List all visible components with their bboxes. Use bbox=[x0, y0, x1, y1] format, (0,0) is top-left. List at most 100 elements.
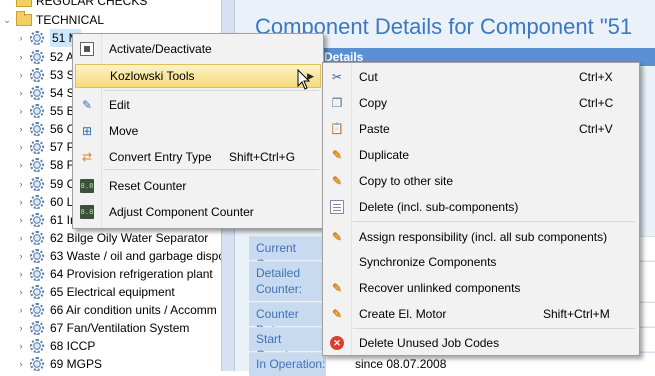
tree-item-label: 54 S bbox=[50, 86, 75, 100]
submenu-item-synchronize-components[interactable]: Synchronize Components bbox=[325, 250, 637, 274]
expand-arrow-icon[interactable]: › bbox=[16, 138, 26, 156]
expand-arrow-icon[interactable]: › bbox=[16, 211, 26, 229]
gear-icon bbox=[30, 50, 44, 64]
counter-icon: 8.8 bbox=[80, 205, 94, 219]
tree-item[interactable]: › 66 Air condition units / Accomm bbox=[0, 301, 221, 319]
submenu-item-label: Delete Unused Job Codes bbox=[359, 336, 500, 350]
submenu-item-assign-responsibility-incl-all-sub-components[interactable]: ✎ Assign responsibility (incl. all sub co… bbox=[325, 225, 637, 249]
menu-item-convert-entry-type[interactable]: ⇄ Convert Entry Type Shift+Ctrl+G bbox=[75, 145, 321, 169]
tree-item-label: 65 Electrical equipment bbox=[50, 285, 175, 299]
tree-item-label: 53 S bbox=[50, 68, 75, 82]
menu-item-kozlowski-tools[interactable]: Kozlowski Tools ▶ bbox=[75, 64, 321, 88]
gear-icon bbox=[30, 231, 44, 245]
expand-arrow-icon[interactable]: › bbox=[16, 29, 26, 47]
detail-field-label: Current Coun bbox=[249, 237, 326, 271]
menu-separator bbox=[353, 328, 635, 329]
folder-icon bbox=[16, 0, 32, 7]
submenu-item-label: Delete (incl. sub-components) bbox=[359, 200, 519, 214]
expand-arrow-icon[interactable]: › bbox=[16, 84, 26, 102]
collapse-arrow-icon[interactable]: ⌄ bbox=[2, 11, 12, 29]
tree-item-label: 62 Bilge Oily Water Separator bbox=[50, 231, 209, 245]
menu-item-adjust-component-counter[interactable]: 8.8 Adjust Component Counter bbox=[75, 200, 321, 224]
tree-item[interactable]: › 69 MGPS bbox=[0, 355, 221, 371]
copy-icon: ❐ bbox=[331, 96, 343, 110]
submenu-item-shortcut: Shift+Ctrl+M bbox=[543, 307, 610, 321]
tree-item[interactable]: › 67 Fan/Ventilation System bbox=[0, 319, 221, 337]
folder-icon bbox=[16, 11, 32, 26]
expand-arrow-icon[interactable]: › bbox=[16, 283, 26, 301]
expand-arrow-icon[interactable]: › bbox=[16, 355, 26, 371]
expand-arrow-icon[interactable]: › bbox=[16, 66, 26, 84]
expand-arrow-icon[interactable]: › bbox=[16, 247, 26, 265]
detail-field-label: Detailed Counter: bbox=[249, 262, 326, 301]
gear-icon bbox=[30, 213, 44, 227]
tree-item-label: 58 F bbox=[50, 158, 75, 172]
expand-arrow-icon[interactable]: › bbox=[16, 175, 26, 193]
submenu-item-cut[interactable]: ✂ Cut Ctrl+X bbox=[325, 65, 637, 89]
tree-item[interactable]: › 64 Provision refrigeration plant bbox=[0, 265, 221, 283]
wand-icon: ✎ bbox=[331, 307, 343, 321]
menu-item-label: Edit bbox=[109, 98, 130, 112]
submenu-item-label: Duplicate bbox=[359, 148, 410, 162]
toggle-box-icon bbox=[80, 42, 94, 56]
submenu-item-label: Copy to other site bbox=[359, 174, 454, 188]
tree-item[interactable]: › 65 Electrical equipment bbox=[0, 283, 221, 301]
tree-folder[interactable]: REGULAR CHECKS bbox=[0, 0, 221, 10]
menu-separator bbox=[103, 169, 319, 170]
submenu-item-delete-unused-job-codes[interactable]: ✕ Delete Unused Job Codes bbox=[325, 331, 637, 355]
gear-icon bbox=[30, 31, 44, 45]
submenu-item-paste[interactable]: 📋 Paste Ctrl+V bbox=[325, 117, 637, 141]
submenu-item-create-el-motor[interactable]: ✎ Create El. Motor Shift+Ctrl+M bbox=[325, 302, 637, 326]
menu-separator bbox=[103, 90, 319, 91]
tree-item-label: REGULAR CHECKS bbox=[36, 0, 148, 8]
context-menu: Activate/Deactivate Kozlowski Tools ▶ ✎ Edit… bbox=[72, 33, 324, 229]
submenu-item-duplicate[interactable]: ✎ Duplicate bbox=[325, 143, 637, 167]
menu-item-shortcut: Shift+Ctrl+G bbox=[229, 150, 296, 164]
move-tree-icon: ⊞ bbox=[81, 124, 93, 138]
submenu-item-label: Assign responsibility (incl. all sub com… bbox=[359, 230, 608, 244]
gear-icon bbox=[30, 249, 44, 263]
submenu-item-recover-unlinked-components[interactable]: ✎ Recover unlinked components bbox=[325, 276, 637, 300]
submenu-item-delete-incl-sub-components[interactable]: Delete (incl. sub-components) bbox=[325, 195, 637, 219]
menu-item-activate-deactivate[interactable]: Activate/Deactivate bbox=[75, 37, 321, 61]
submenu-item-copy[interactable]: ❐ Copy Ctrl+C bbox=[325, 91, 637, 115]
menu-item-label: Convert Entry Type bbox=[109, 150, 212, 164]
expand-arrow-icon[interactable] bbox=[2, 0, 12, 10]
gear-icon bbox=[30, 321, 44, 335]
tree-item[interactable]: › 62 Bilge Oily Water Separator bbox=[0, 229, 221, 247]
menu-item-label: Move bbox=[109, 124, 139, 138]
submenu-item-label: Paste bbox=[359, 122, 390, 136]
expand-arrow-icon[interactable]: › bbox=[16, 229, 26, 247]
expand-arrow-icon[interactable]: › bbox=[16, 156, 26, 174]
menu-item-move[interactable]: ⊞ Move bbox=[75, 119, 321, 143]
detail-field-label: Start Counter bbox=[249, 328, 326, 362]
expand-arrow-icon[interactable]: › bbox=[16, 319, 26, 337]
tree-item-label: 60 L bbox=[50, 195, 74, 209]
expand-arrow-icon[interactable]: › bbox=[16, 102, 26, 120]
tree-item-label: 55 B bbox=[50, 104, 75, 118]
menu-item-edit[interactable]: ✎ Edit bbox=[75, 93, 321, 117]
menu-separator bbox=[353, 221, 635, 222]
expand-arrow-icon[interactable]: › bbox=[16, 337, 26, 355]
scissors-icon: ✂ bbox=[331, 70, 343, 84]
gear-icon bbox=[30, 339, 44, 353]
expand-arrow-icon[interactable]: › bbox=[16, 265, 26, 283]
tree-item-label: 69 MGPS bbox=[50, 357, 103, 371]
tree-folder[interactable]: ⌄ TECHNICAL bbox=[0, 11, 221, 29]
expand-arrow-icon[interactable]: › bbox=[16, 120, 26, 138]
gear-icon bbox=[30, 104, 44, 118]
gear-icon bbox=[30, 357, 44, 371]
expand-arrow-icon[interactable]: › bbox=[16, 301, 26, 319]
gear-icon bbox=[30, 158, 44, 172]
tree-item-label: 67 Fan/Ventilation System bbox=[50, 321, 190, 335]
expand-arrow-icon[interactable]: › bbox=[16, 193, 26, 211]
menu-item-reset-counter[interactable]: 8.8 Reset Counter bbox=[75, 174, 321, 198]
expand-arrow-icon[interactable]: › bbox=[16, 48, 26, 66]
menu-item-label: Adjust Component Counter bbox=[109, 205, 254, 219]
tree-item[interactable]: › 68 ICCP bbox=[0, 337, 221, 355]
edit-icon: ✎ bbox=[81, 98, 93, 112]
gear-icon bbox=[30, 177, 44, 191]
wand-icon: ✎ bbox=[331, 230, 343, 244]
tree-item[interactable]: › 63 Waste / oil and garbage dispo bbox=[0, 247, 221, 265]
submenu-item-copy-to-other-site[interactable]: ✎ Copy to other site bbox=[325, 169, 637, 193]
